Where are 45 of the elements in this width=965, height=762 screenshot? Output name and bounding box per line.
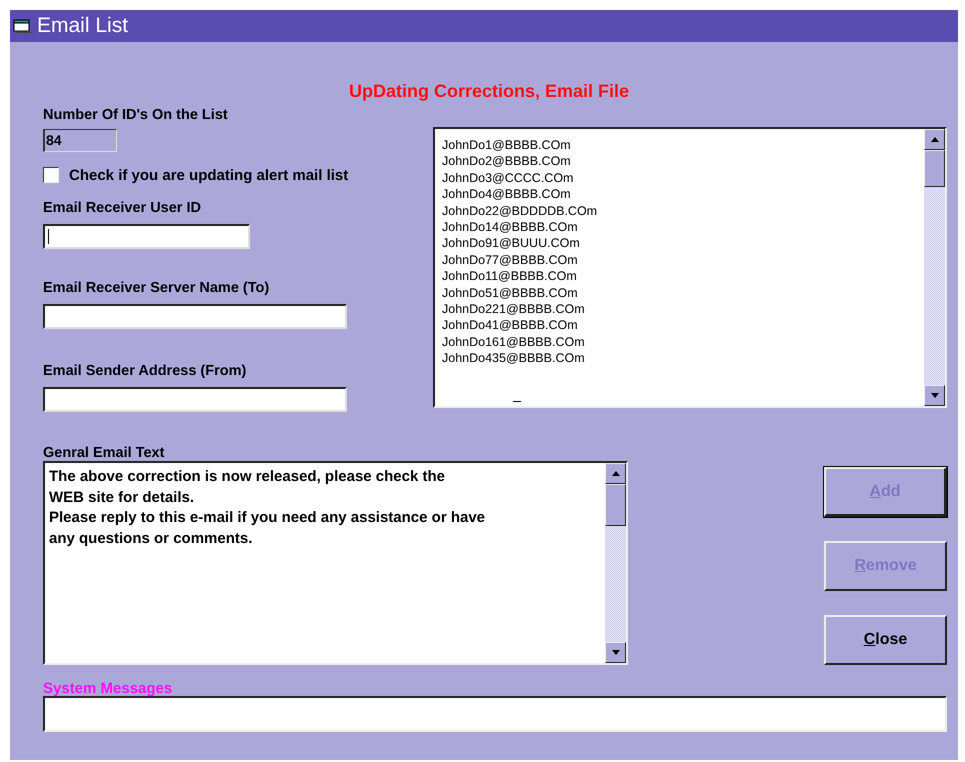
list-item[interactable]: JohnDo14@BBBB.COm: [442, 219, 578, 236]
scroll-up-icon[interactable]: [930, 137, 938, 142]
checkbox-label: Check if you are updating alert mail list: [69, 166, 348, 184]
form-heading: UpDating Corrections, Email File: [348, 80, 630, 103]
dialog-button[interactable]: Close: [824, 615, 947, 665]
window-icon: [13, 18, 33, 34]
list-item[interactable]: JohnDo3@CCCC.COm: [442, 170, 574, 186]
list-item[interactable]: JohnDo91@BUUU.COm: [442, 235, 580, 252]
field-label: Email Receiver User ID: [43, 200, 201, 218]
list-item[interactable]: JohnDo22@BDDDDB.COm: [442, 202, 598, 220]
text-line: WEB site for details.: [49, 488, 194, 508]
field-label: Genral Email Text: [43, 445, 164, 463]
list-item[interactable]: JohnDo435@BBBB.COm: [442, 350, 585, 367]
input-field[interactable]: [43, 224, 250, 249]
scroll-thumb[interactable]: [924, 150, 945, 187]
input-field[interactable]: [43, 304, 347, 329]
scroll-down-icon[interactable]: [612, 650, 620, 655]
field-label: Email Receiver Server Name (To): [43, 280, 270, 298]
scrollbar[interactable]: [605, 463, 626, 663]
alert-checkbox[interactable]: [43, 167, 59, 183]
field-label: Email Sender Address (From): [43, 363, 246, 381]
scroll-up-icon[interactable]: [612, 471, 620, 476]
scrollbar[interactable]: [924, 129, 945, 406]
text-cursor: [513, 401, 521, 402]
text-line: Please reply to this e-mail if you need any assistance or have: [49, 508, 486, 528]
list-item[interactable]: JohnDo4@BBBB.COm: [442, 186, 571, 203]
list-item[interactable]: JohnDo161@BBBB.COm: [442, 334, 585, 350]
list-item[interactable]: JohnDo51@BBBB.COm: [442, 284, 578, 302]
list-item[interactable]: JohnDo41@BBBB.COm: [442, 317, 578, 334]
list-item[interactable]: JohnDo77@BBBB.COm: [442, 252, 578, 268]
system-messages-label: System Messages: [43, 680, 172, 699]
text-line: The above correction is now released, please check the: [49, 467, 445, 487]
list-item[interactable]: JohnDo221@BBBB.COm: [442, 301, 585, 318]
scroll-down-icon[interactable]: [930, 393, 938, 398]
list-item[interactable]: JohnDo1@BBBB.COm: [442, 137, 571, 154]
list-item[interactable]: JohnDo2@BBBB.COm: [442, 153, 571, 170]
text-line: any questions or comments.: [49, 528, 252, 548]
email-text-area[interactable]: The above correction is now released, please check the WEB site for details. Please reply to this e-mail if you need any assistance or have any questions or comments.: [43, 461, 628, 665]
field-label: Number Of ID's On the List: [43, 107, 228, 125]
id-count-field: 84: [43, 129, 117, 152]
scroll-thumb[interactable]: [605, 484, 626, 526]
input-field[interactable]: [43, 387, 347, 412]
window-title: Email List: [37, 14, 128, 38]
list-item[interactable]: JohnDo11@BBBB.COm: [442, 268, 577, 285]
email-list-box[interactable]: [433, 127, 947, 408]
